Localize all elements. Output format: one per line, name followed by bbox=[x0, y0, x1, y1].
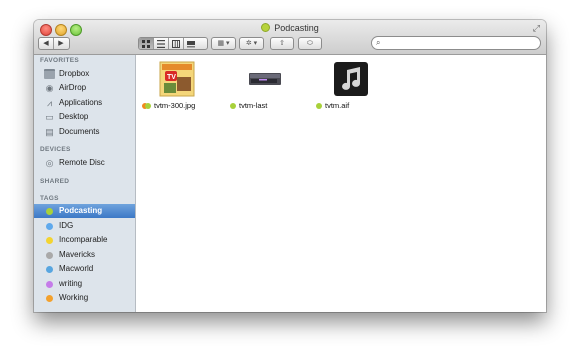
column-view-icon bbox=[172, 39, 180, 48]
arrange-button[interactable]: ▦ ▾ bbox=[211, 37, 236, 50]
favorites-header: FAVORITES bbox=[40, 57, 80, 64]
file-name: tvtm-last bbox=[230, 101, 300, 110]
shared-header: SHARED bbox=[40, 178, 70, 185]
back-forward-control: ◀ ▶ bbox=[38, 37, 70, 50]
tag-color-dot bbox=[46, 281, 53, 288]
file-name-text: tvtm-300.jpg bbox=[154, 101, 196, 110]
coverflow-view-button[interactable] bbox=[184, 38, 198, 49]
title-bar: Podcasting ⤢ ◀ ▶ ▦ ▾ ✲ ▾ ⇧ ⬭ ⌕ bbox=[34, 20, 546, 55]
sidebar-item-label: Mavericks bbox=[59, 250, 96, 259]
window-title: Podcasting bbox=[34, 23, 546, 33]
sidebar-tag-macworld[interactable]: Macworld bbox=[34, 262, 135, 276]
sidebar-item-remote-disc[interactable]: ◎ Remote Disc bbox=[34, 156, 135, 170]
coverflow-view-icon bbox=[187, 40, 195, 47]
airdrop-icon: ◉ bbox=[45, 83, 54, 93]
disc-icon: ◎ bbox=[45, 158, 54, 168]
tag-color-dot bbox=[46, 252, 53, 259]
sidebar-tag-working[interactable]: Working bbox=[34, 291, 135, 305]
sidebar-tag-idg[interactable]: IDG bbox=[34, 219, 135, 233]
sidebar-item-label: writing bbox=[59, 279, 83, 288]
fullscreen-icon[interactable]: ⤢ bbox=[533, 23, 540, 34]
sidebar-item-desktop[interactable]: ▭ Desktop bbox=[34, 110, 135, 124]
tag-button[interactable]: ⬭ bbox=[298, 37, 322, 50]
svg-text:TV: TV bbox=[167, 74, 176, 81]
view-mode-control bbox=[138, 37, 208, 50]
list-view-button[interactable] bbox=[154, 38, 169, 49]
back-button[interactable]: ◀ bbox=[39, 38, 54, 49]
icon-view-icon bbox=[142, 39, 150, 48]
sidebar-item-label: Applications bbox=[59, 98, 103, 107]
sidebar-tag-writing[interactable]: writing bbox=[34, 277, 135, 291]
tag-color-dot bbox=[46, 266, 53, 273]
icon-view-button[interactable] bbox=[139, 38, 154, 49]
sidebar-tag-mavericks[interactable]: Mavericks bbox=[34, 248, 135, 262]
tag-dot bbox=[316, 103, 322, 109]
tag-color-dot bbox=[46, 237, 53, 244]
search-icon: ⌕ bbox=[376, 38, 381, 47]
file-name-text: tvtm-last bbox=[239, 101, 268, 110]
sidebar-item-airdrop[interactable]: ◉ AirDrop bbox=[34, 81, 135, 95]
file-item[interactable]: TV tvtm-300.jpg bbox=[142, 61, 212, 121]
music-file-icon bbox=[334, 62, 368, 96]
sidebar-item-dropbox[interactable]: Dropbox bbox=[34, 67, 135, 81]
search-field[interactable]: ⌕ bbox=[371, 36, 541, 50]
tag-dot bbox=[230, 103, 236, 109]
desktop-icon: ▭ bbox=[45, 112, 54, 122]
file-browser-area: TV tvtm-300.jpg tvtm-last tvtm.aif bbox=[136, 55, 546, 312]
file-name: tvtm.aif bbox=[316, 101, 386, 110]
sidebar-item-label: Remote Disc bbox=[59, 158, 105, 167]
applications-icon: ⩘ bbox=[46, 98, 53, 108]
sidebar-tag-incomparable[interactable]: Incomparable bbox=[34, 233, 135, 247]
sidebar-item-label: Incomparable bbox=[59, 235, 108, 244]
sidebar-item-label: Podcasting bbox=[59, 206, 103, 215]
tags-header: TAGS bbox=[40, 195, 59, 202]
tag-color-dot bbox=[46, 295, 53, 302]
sidebar-item-label: Documents bbox=[59, 127, 100, 136]
sidebar-item-documents[interactable]: ▤ Documents bbox=[34, 125, 135, 139]
forward-button[interactable]: ▶ bbox=[54, 38, 68, 49]
device-thumbnail-icon bbox=[249, 73, 281, 85]
tag-dot bbox=[145, 103, 151, 109]
tag-color-dot bbox=[46, 208, 53, 215]
file-name-text: tvtm.aif bbox=[325, 101, 350, 110]
folder-icon bbox=[44, 69, 55, 79]
action-button[interactable]: ✲ ▾ bbox=[239, 37, 264, 50]
sidebar: FAVORITES Dropbox ◉ AirDrop ⩘ Applicatio… bbox=[34, 55, 136, 312]
sidebar-item-label: Dropbox bbox=[59, 69, 90, 78]
sidebar-tag-podcasting[interactable]: Podcasting bbox=[34, 204, 135, 218]
sidebar-item-label: Working bbox=[59, 293, 89, 302]
sidebar-item-label: Desktop bbox=[59, 112, 89, 121]
devices-header: DEVICES bbox=[40, 146, 71, 153]
sidebar-item-label: Macworld bbox=[59, 264, 94, 273]
file-item[interactable]: tvtm-last bbox=[230, 61, 300, 121]
image-thumbnail-icon: TV bbox=[159, 61, 195, 97]
title-tag-dot bbox=[261, 23, 271, 32]
sidebar-item-label: IDG bbox=[59, 221, 74, 230]
search-input[interactable] bbox=[386, 37, 534, 49]
share-button[interactable]: ⇧ bbox=[270, 37, 294, 50]
column-view-button[interactable] bbox=[169, 38, 184, 49]
file-name: tvtm-300.jpg bbox=[142, 101, 212, 110]
sidebar-item-applications[interactable]: ⩘ Applications bbox=[34, 96, 135, 110]
tag-color-dot bbox=[46, 223, 53, 230]
sidebar-item-label: AirDrop bbox=[59, 83, 87, 92]
finder-window: Podcasting ⤢ ◀ ▶ ▦ ▾ ✲ ▾ ⇧ ⬭ ⌕ FAVORITES… bbox=[34, 20, 546, 312]
window-title-text: Podcasting bbox=[274, 23, 319, 33]
documents-icon: ▤ bbox=[45, 127, 54, 137]
list-view-icon bbox=[157, 39, 165, 48]
file-item[interactable]: tvtm.aif bbox=[316, 61, 386, 121]
